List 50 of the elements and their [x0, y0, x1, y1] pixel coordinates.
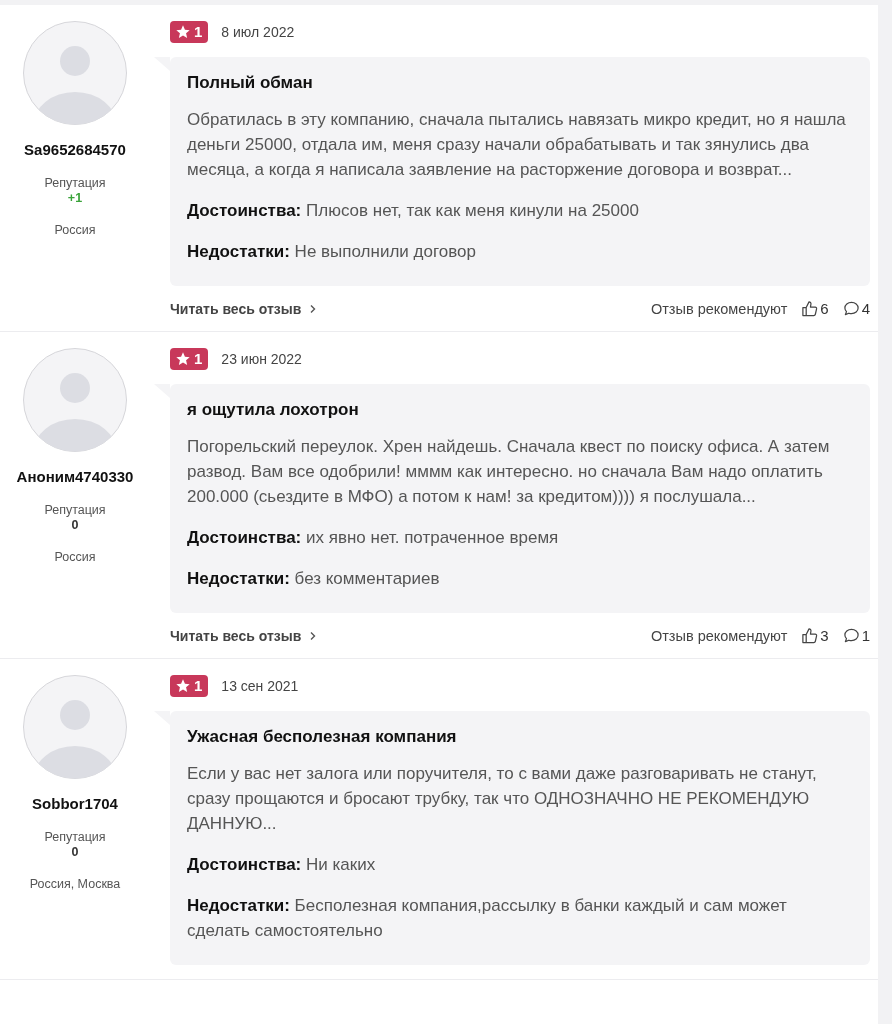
cons-text: Недостатки: без комментариев [187, 568, 441, 590]
read-more-link[interactable]: Читать весь отзыв [170, 627, 318, 644]
comments-button[interactable]: 1 [842, 627, 870, 644]
review-title[interactable]: я ощутила лохотрон [187, 400, 853, 420]
reputation-label: Репутация [44, 176, 106, 190]
chevron-right-icon [309, 630, 318, 641]
read-more-link[interactable]: Читать весь отзыв [170, 300, 318, 317]
pros-text: Достоинства: их явно нет. потраченное время [187, 527, 560, 549]
cons-text: Недостатки: Не выполнили договор [187, 241, 477, 263]
author-name[interactable]: Sa9652684570 [24, 141, 126, 158]
author-name[interactable]: Sobbor1704 [32, 795, 118, 812]
rating-value: 1 [194, 24, 203, 40]
author-name[interactable]: Аноним4740330 [16, 468, 134, 485]
author-location: Россия, Москва [29, 877, 121, 891]
reputation-value: 0 [71, 518, 79, 532]
recommend-label: Отзыв рекомендуют [650, 300, 788, 317]
like-button[interactable]: 3 [801, 627, 829, 644]
thumbs-up-icon [801, 300, 819, 317]
reputation-label: Репутация [44, 830, 106, 844]
avatar-icon [23, 675, 127, 779]
cons-text: Недостатки: Бесполезная компания,рассылку в банки каждый и сам может сделать самостоятельно [187, 895, 788, 942]
reputation-value: +1 [67, 191, 83, 205]
review-text: Обратилась в эту компанию, сначала пытались навязать микро кредит, но я нашла деньги 25000, отдала им, меня сразу начали обрабатывать и так зянулись два месяца, а когда я написала заявление на расторжение договора и возврат... [187, 109, 847, 181]
author-location: Россия [54, 550, 96, 564]
avatar-icon [23, 348, 127, 452]
comment-icon [842, 300, 860, 317]
reputation-label: Репутация [44, 503, 106, 517]
thumbs-up-icon [801, 627, 819, 644]
review-title[interactable]: Ужасная бесполезная компания [187, 727, 853, 747]
star-icon [175, 351, 191, 367]
review-text: Погорельский переулок. Хрен найдешь. Сначала квест по поиску офиса. А затем развод. Вам все одобрили! мммм как интересно. но сначала Вам надо оплатить 200.000 (сьездите в МФО) а потом к нам! за кредитом)))) я послушала... [187, 436, 831, 508]
review-date: 8 июл 2022 [221, 24, 295, 40]
review-date: 23 июн 2022 [221, 351, 302, 367]
review-text: Если у вас нет залога или поручителя, то с вами даже разговаривать не станут, сразу прощаются и бросают трубку, так что ОДНОЗНАЧНО НЕ РЕКОМЕНДУЮ ДАННУЮ... [187, 763, 818, 835]
author-location: Россия [54, 223, 96, 237]
comments-button[interactable]: 4 [842, 300, 870, 317]
reputation-value: 0 [71, 845, 79, 859]
like-button[interactable]: 6 [801, 300, 829, 317]
comment-icon [842, 627, 860, 644]
pros-text: Достоинства: Ни каких [187, 854, 377, 876]
rating-value: 1 [194, 351, 203, 367]
review-date: 13 сен 2021 [221, 678, 299, 694]
rating-value: 1 [194, 678, 203, 694]
chevron-right-icon [309, 303, 318, 314]
star-icon [175, 678, 191, 694]
recommend-label: Отзыв рекомендуют [650, 627, 788, 644]
star-icon [175, 24, 191, 40]
avatar-icon [23, 21, 127, 125]
review-title[interactable]: Полный обман [187, 73, 853, 93]
pros-text: Достоинства: Плюсов нет, так как меня кинули на 25000 [187, 200, 640, 222]
